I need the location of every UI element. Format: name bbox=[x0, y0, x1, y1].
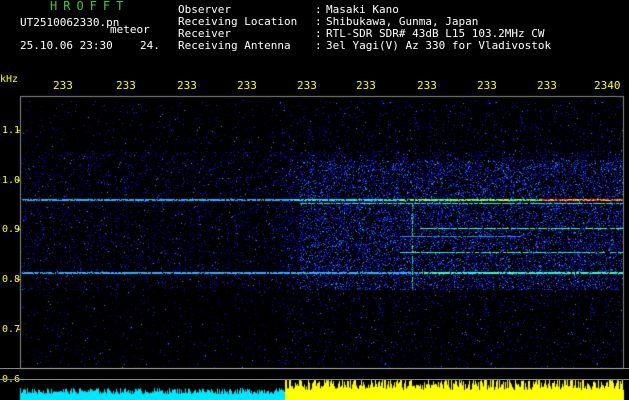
info-value-antenna: 3el Yagi(V) Az 330 for Vladivostok bbox=[326, 39, 552, 52]
freq-tick: 0.8 bbox=[2, 274, 21, 285]
spectrogram-canvas bbox=[0, 0, 629, 400]
freq-tick: 0.7 bbox=[2, 324, 21, 335]
time-tick: 233 bbox=[237, 79, 257, 92]
freq-tick: 1.1 bbox=[2, 125, 21, 136]
meteor-label: meteor bbox=[110, 23, 150, 36]
observation-datetime: 25.10.06 23:30 bbox=[20, 39, 113, 52]
time-tick: 233 bbox=[177, 79, 197, 92]
colon: : bbox=[315, 39, 322, 52]
divider-line bbox=[0, 379, 629, 380]
time-tick: 233 bbox=[417, 79, 437, 92]
time-tick: 2340 bbox=[594, 79, 621, 92]
time-tick: 233 bbox=[477, 79, 497, 92]
freq-tick: 1.0 bbox=[2, 175, 21, 186]
meteor-count: 24. bbox=[140, 39, 160, 52]
freq-tick: 0.6 bbox=[2, 375, 20, 385]
time-tick: 233 bbox=[356, 79, 376, 92]
divider-line bbox=[0, 368, 629, 369]
app-title: HROFFT bbox=[50, 0, 130, 13]
info-label-antenna: Receiving Antenna bbox=[178, 39, 291, 52]
time-tick: 233 bbox=[537, 79, 557, 92]
file-name: UT2510062330.pn bbox=[20, 16, 120, 29]
axis-unit-label: kHz bbox=[0, 74, 19, 85]
time-tick: 233 bbox=[53, 79, 73, 92]
freq-tick: 0.9 bbox=[2, 224, 21, 235]
time-tick: 233 bbox=[297, 79, 317, 92]
time-tick: 233 bbox=[116, 79, 136, 92]
